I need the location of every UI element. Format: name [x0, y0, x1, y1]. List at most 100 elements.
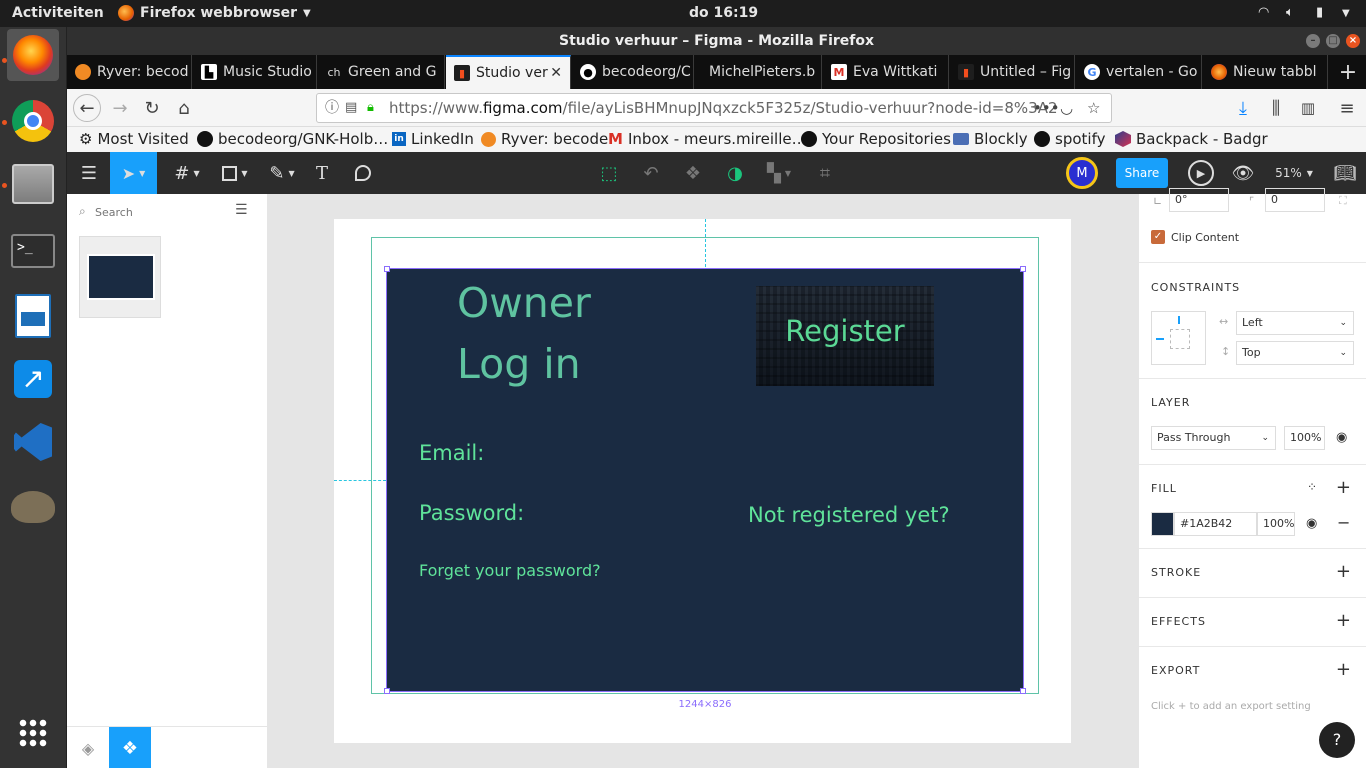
boolean-button[interactable]: ▚ ▼: [757, 152, 801, 194]
home-button[interactable]: ⌂: [171, 96, 197, 120]
tab-studio-verhuur[interactable]: ▮ Studio ver ✕: [446, 55, 571, 89]
bookmark-ryver[interactable]: Ryver: becode: [481, 130, 608, 148]
selection-handle[interactable]: [1020, 688, 1026, 694]
fill-color-swatch[interactable]: [1151, 512, 1174, 536]
view-settings-button[interactable]: 👁︎: [1223, 152, 1263, 194]
close-tab-icon[interactable]: ✕: [550, 65, 562, 81]
pocket-icon[interactable]: ◡: [1060, 94, 1073, 122]
show-applications-button[interactable]: [7, 707, 59, 759]
selection-handle[interactable]: [384, 688, 390, 694]
clip-content-checkbox[interactable]: ✓: [1151, 230, 1165, 244]
tab-becodeorg[interactable]: ● becodeorg/C: [572, 55, 694, 89]
fill-hex-input[interactable]: #1A2B42: [1174, 512, 1257, 536]
tab-nieuw-tabblad[interactable]: Nieuw tabbl: [1203, 55, 1328, 89]
crop-button[interactable]: ⌗: [805, 152, 845, 194]
lock-icon[interactable]: 🔒︎: [367, 94, 374, 122]
bookmark-inbox[interactable]: M Inbox - meurs.mireille…: [608, 130, 807, 148]
vertical-constraint-select[interactable]: Top ⌄: [1236, 341, 1354, 365]
library-button-figma[interactable]: 📖︎: [1325, 152, 1365, 194]
tab-ryver[interactable]: Ryver: becod: [67, 55, 192, 89]
component-tool-button[interactable]: ⬚: [589, 152, 629, 194]
register-image[interactable]: Register: [756, 286, 934, 386]
bookmark-badgr[interactable]: Backpack - Badgr: [1115, 130, 1268, 148]
selection-handle[interactable]: [1020, 266, 1026, 272]
eye-icon[interactable]: ◉: [1336, 430, 1347, 445]
corner-radius-input[interactable]: 0: [1265, 188, 1325, 212]
dock-files[interactable]: [7, 158, 59, 210]
fill-opacity-input[interactable]: 100%: [1257, 512, 1295, 536]
back-button[interactable]: ←: [73, 94, 101, 122]
sidebar-button[interactable]: ▥: [1295, 96, 1321, 120]
help-button[interactable]: ?: [1319, 722, 1355, 758]
page-thumbnail[interactable]: [79, 236, 161, 318]
selection-handle[interactable]: [384, 266, 390, 272]
maximize-button[interactable]: □: [1326, 34, 1340, 48]
bookmark-gnk-holb[interactable]: becodeorg/GNK-Holb…: [197, 130, 388, 148]
style-grid-icon[interactable]: ⁘: [1307, 480, 1317, 494]
dock-terminal[interactable]: >_: [7, 225, 59, 277]
app-menu[interactable]: Firefox webbrowser ▼: [118, 5, 311, 21]
blend-mode-select[interactable]: Pass Through ⌄: [1151, 426, 1276, 450]
independent-corners-icon[interactable]: ⛶: [1339, 194, 1347, 208]
list-view-icon[interactable]: ☰: [235, 202, 248, 218]
info-icon[interactable]: ⓘ: [325, 94, 339, 122]
layer-opacity-input[interactable]: 100%: [1284, 426, 1325, 450]
menu-button[interactable]: ≡: [1334, 96, 1360, 120]
tab-music-studio[interactable]: ▙ Music Studio: [193, 55, 317, 89]
tab-michelpieters[interactable]: MichelPieters.b: [695, 55, 822, 89]
downloads-button[interactable]: ⤓: [1230, 96, 1256, 120]
dock-chrome[interactable]: [7, 95, 59, 147]
battery-icon[interactable]: ▮: [1316, 5, 1323, 20]
bookmark-your-repositories[interactable]: Your Repositories: [801, 130, 951, 148]
remove-fill-minus-icon[interactable]: −: [1337, 513, 1350, 532]
library-button[interactable]: ⫼: [1263, 96, 1289, 120]
add-effect-plus-icon[interactable]: +: [1336, 610, 1351, 631]
layers-tab[interactable]: ◈: [67, 727, 109, 768]
components-tab[interactable]: ❖: [109, 727, 151, 768]
add-fill-plus-icon[interactable]: +: [1336, 477, 1351, 498]
share-button[interactable]: Share: [1116, 158, 1168, 188]
url-bar[interactable]: ⓘ ▤ 🔒︎ https://www.figma.com/file/ayLisB…: [316, 93, 1112, 123]
constraint-top-active[interactable]: [1178, 316, 1180, 324]
design-canvas[interactable]: Owner Log in Register Email: Password: F…: [268, 194, 1138, 768]
text-tool-button[interactable]: T: [302, 152, 342, 194]
create-component-button[interactable]: ❖: [673, 152, 713, 194]
frame-tool-button[interactable]: # ▼: [165, 152, 209, 194]
page-actions-icon[interactable]: •••: [1033, 94, 1060, 122]
clock[interactable]: do 16:19: [689, 5, 758, 21]
add-stroke-plus-icon[interactable]: +: [1336, 561, 1351, 582]
mask-button[interactable]: ◑: [715, 152, 755, 194]
bookmark-most-visited[interactable]: ⚙ Most Visited: [79, 130, 189, 148]
reset-instance-button[interactable]: ↶: [631, 152, 671, 194]
dock-firefox[interactable]: [7, 29, 59, 81]
constraints-widget[interactable]: [1151, 311, 1206, 365]
activities-button[interactable]: Activiteiten: [12, 5, 104, 21]
new-tab-button[interactable]: +: [1330, 55, 1366, 89]
comment-tool-button[interactable]: [343, 152, 383, 194]
add-export-plus-icon[interactable]: +: [1336, 659, 1351, 680]
dock-gimp[interactable]: [7, 481, 59, 533]
tab-eva-wittkati[interactable]: M Eva Wittkati: [823, 55, 949, 89]
bookmark-star-icon[interactable]: ☆: [1087, 94, 1100, 122]
bookmark-linkedin[interactable]: in LinkedIn: [392, 130, 474, 148]
user-avatar[interactable]: M: [1062, 152, 1102, 194]
reload-button[interactable]: ↻: [139, 96, 165, 120]
constraint-left-active[interactable]: [1156, 338, 1164, 340]
system-menu-chevron-icon[interactable]: ▼: [1342, 8, 1350, 19]
dock-app-blue[interactable]: ↗: [7, 353, 59, 405]
bookmark-blockly[interactable]: Blockly: [953, 130, 1028, 148]
tab-untitled-figma[interactable]: ▮ Untitled – Fig: [950, 55, 1075, 89]
forgot-password-link[interactable]: Forget your password?: [419, 561, 601, 580]
pen-tool-button[interactable]: ✎ ▼: [260, 152, 304, 194]
horizontal-constraint-select[interactable]: Left ⌄: [1236, 311, 1354, 335]
login-frame[interactable]: Owner Log in Register Email: Password: F…: [386, 268, 1024, 692]
eye-icon[interactable]: ◉: [1306, 516, 1317, 531]
tab-green-and[interactable]: ch Green and G: [318, 55, 445, 89]
figma-menu-button[interactable]: ☰: [69, 152, 109, 194]
permissions-icon[interactable]: ▤: [345, 94, 357, 122]
layer-search-input[interactable]: [95, 202, 235, 222]
tab-vertalen[interactable]: Gvertalen - Go: [1076, 55, 1202, 89]
volume-icon[interactable]: 🔈︎: [1286, 5, 1294, 20]
close-window-button[interactable]: ×: [1346, 34, 1360, 48]
rotation-input[interactable]: 0°: [1169, 188, 1229, 212]
